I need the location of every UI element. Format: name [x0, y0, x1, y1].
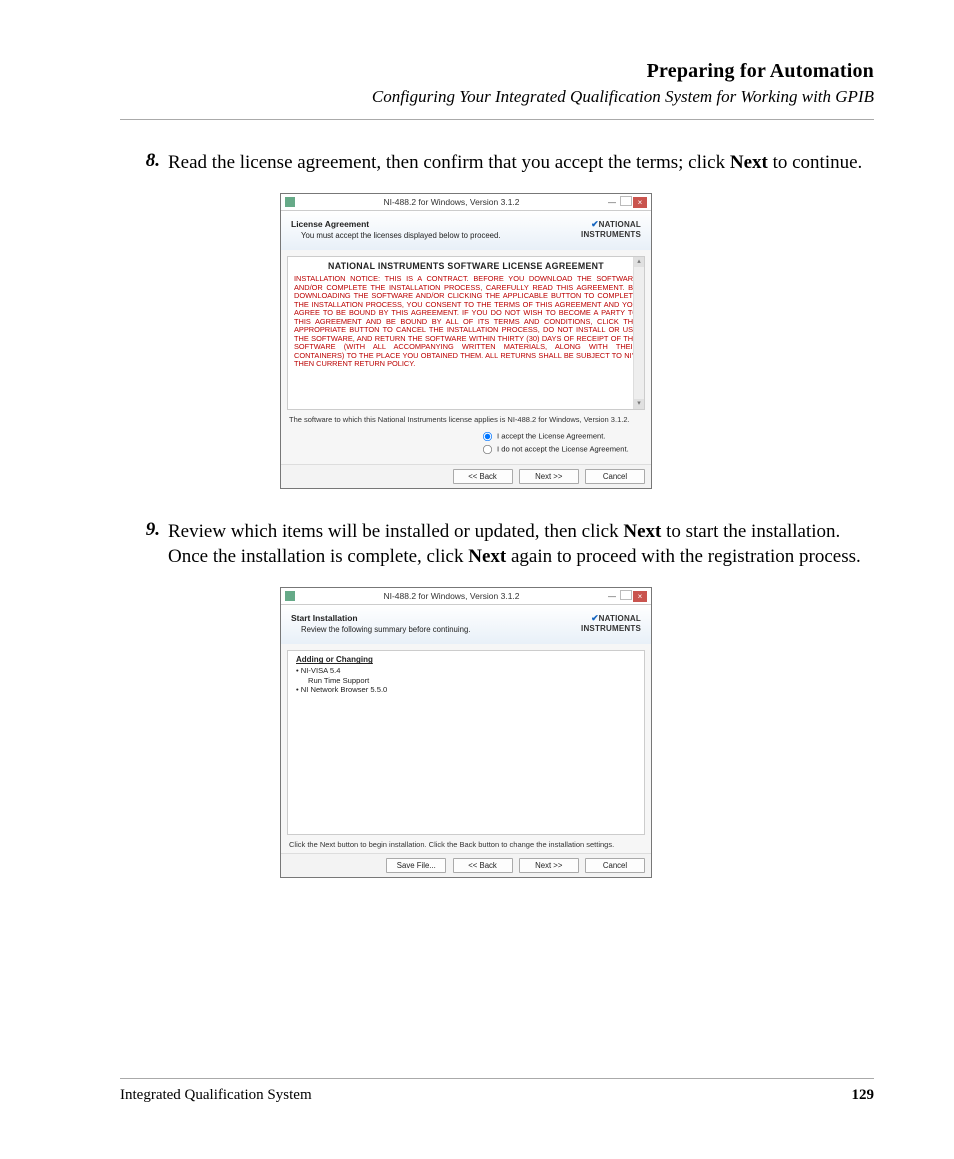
step-number: 8. [120, 150, 168, 175]
brand-name-bottom: INSTRUMENTS [581, 624, 641, 633]
scrollbar[interactable]: ▴ ▾ [633, 257, 644, 409]
license-heading: NATIONAL INSTRUMENTS SOFTWARE LICENSE AG… [294, 261, 638, 271]
brand-logo: ✔NATIONAL INSTRUMENTS [571, 219, 641, 239]
next-button[interactable]: Next >> [519, 858, 579, 873]
banner-subtitle: Review the following summary before cont… [301, 625, 470, 634]
banner-subtitle: You must accept the licenses displayed b… [301, 231, 501, 240]
app-icon [285, 197, 295, 207]
next-button[interactable]: Next >> [519, 469, 579, 484]
decline-radio[interactable]: I do not accept the License Agreement. [481, 443, 651, 456]
accept-radio-input[interactable] [483, 432, 492, 441]
cancel-button[interactable]: Cancel [585, 858, 645, 873]
list-subitem: Run Time Support [308, 676, 636, 685]
license-dialog: NI-488.2 for Windows, Version 3.1.2 — × … [280, 193, 652, 489]
close-icon[interactable]: × [633, 591, 647, 602]
accept-radio-label: I accept the License Agreement. [497, 432, 606, 441]
scroll-down-icon[interactable]: ▾ [634, 399, 644, 409]
minimize-icon[interactable]: — [605, 197, 619, 208]
step-9: 9. Review which items will be installed … [120, 519, 874, 569]
step-bold: Next [468, 546, 506, 567]
license-applies-note: The software to which this National Inst… [281, 410, 651, 428]
window-title: NI-488.2 for Windows, Version 3.1.2 [299, 197, 604, 207]
list-item: • NI Network Browser 5.5.0 [296, 685, 636, 694]
app-icon [285, 591, 295, 601]
footer-product-name: Integrated Qualification System [120, 1087, 312, 1104]
step-text: Read the license agreement, then confirm… [168, 150, 874, 175]
decline-radio-input[interactable] [483, 445, 492, 454]
back-button[interactable]: << Back [453, 858, 513, 873]
titlebar: NI-488.2 for Windows, Version 3.1.2 — × [281, 194, 651, 211]
step-8: 8. Read the license agreement, then conf… [120, 150, 874, 175]
decline-radio-label: I do not accept the License Agreement. [497, 445, 629, 454]
page-section-subtitle: Configuring Your Integrated Qualificatio… [120, 87, 874, 107]
step-bold: Next [623, 521, 661, 542]
list-heading: Adding or Changing [296, 655, 636, 664]
banner-title: Start Installation [291, 613, 470, 623]
titlebar: NI-488.2 for Windows, Version 3.1.2 — × [281, 588, 651, 605]
step-bold: Next [730, 152, 768, 173]
maximize-icon[interactable] [620, 196, 632, 206]
brand-logo: ✔NATIONAL INSTRUMENTS [571, 613, 641, 633]
window-title: NI-488.2 for Windows, Version 3.1.2 [299, 591, 604, 601]
maximize-icon[interactable] [620, 590, 632, 600]
scroll-up-icon[interactable]: ▴ [634, 257, 644, 267]
step-text-part: again to proceed with the registration p… [506, 546, 861, 567]
brand-name-bottom: INSTRUMENTS [581, 230, 641, 239]
step-text-part: Review which items will be installed or … [168, 521, 623, 542]
page-section-title: Preparing for Automation [120, 60, 874, 83]
banner-title: License Agreement [291, 219, 501, 229]
install-note: Click the Next button to begin installat… [281, 835, 651, 853]
start-installation-dialog: NI-488.2 for Windows, Version 3.1.2 — × … [280, 587, 652, 878]
accept-radio[interactable]: I accept the License Agreement. [481, 430, 651, 443]
install-summary-list: Adding or Changing • NI-VISA 5.4 Run Tim… [287, 650, 645, 835]
step-text-part: Read the license agreement, then confirm… [168, 152, 730, 173]
brand-name-top: NATIONAL [599, 220, 641, 229]
step-text: Review which items will be installed or … [168, 519, 874, 569]
cancel-button[interactable]: Cancel [585, 469, 645, 484]
brand-checkmark-icon: ✔ [591, 613, 599, 623]
license-text-area[interactable]: NATIONAL INSTRUMENTS SOFTWARE LICENSE AG… [287, 256, 645, 410]
brand-checkmark-icon: ✔ [591, 219, 599, 229]
list-item: • NI-VISA 5.4 [296, 666, 636, 675]
header-rule [120, 119, 874, 120]
page-number: 129 [852, 1087, 875, 1104]
step-text-part: to continue. [768, 152, 862, 173]
save-file-button[interactable]: Save File... [386, 858, 446, 873]
minimize-icon[interactable]: — [605, 591, 619, 602]
brand-name-top: NATIONAL [599, 614, 641, 623]
back-button[interactable]: << Back [453, 469, 513, 484]
step-number: 9. [120, 519, 168, 569]
license-body: INSTALLATION NOTICE: THIS IS A CONTRACT.… [294, 275, 638, 369]
close-icon[interactable]: × [633, 197, 647, 208]
